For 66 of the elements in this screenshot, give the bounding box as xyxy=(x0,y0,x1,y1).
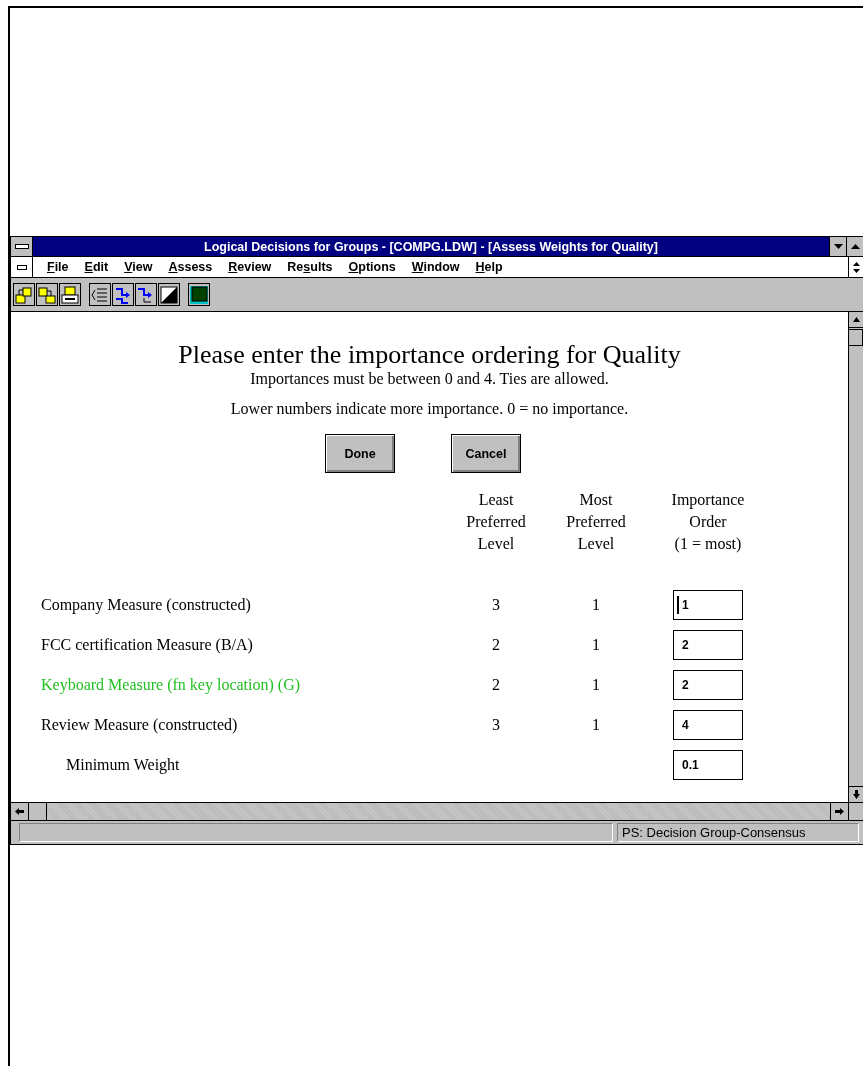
menu-item[interactable]: File xyxy=(47,260,69,274)
table-cell-text: 1 xyxy=(591,596,601,614)
toolbar-button[interactable] xyxy=(36,283,58,306)
menu-item[interactable]: Results xyxy=(287,260,333,274)
restore-button[interactable] xyxy=(848,257,863,277)
menu-item[interactable]: Options xyxy=(348,260,396,274)
up-arrow-icon xyxy=(850,244,860,249)
measure-name: Keyboard Measure (fn key location) (G) xyxy=(41,676,300,694)
up-down-arrow-icon xyxy=(852,261,860,273)
menu-item[interactable]: Review xyxy=(228,260,272,274)
toolbar-button[interactable] xyxy=(112,283,134,306)
input-field[interactable]: 2 xyxy=(673,670,743,700)
document-arrow-icon xyxy=(15,285,33,304)
cancel-button[interactable]: Cancel xyxy=(451,434,521,473)
done-button[interactable]: Done xyxy=(325,434,395,473)
window-icon xyxy=(190,285,208,304)
maximize-button[interactable] xyxy=(846,237,863,256)
measure-name: Minimum Weight xyxy=(66,756,180,774)
toolbar-button[interactable] xyxy=(158,283,180,306)
dialog-heading: Please enter the importance ordering for Quality xyxy=(177,340,682,370)
minimize-button[interactable] xyxy=(829,237,846,256)
toolbar-button[interactable] xyxy=(135,283,157,306)
toolbar-button[interactable] xyxy=(89,283,111,306)
measure-name: Company Measure (constructed) xyxy=(41,596,251,614)
toolbar-button[interactable] xyxy=(188,283,210,306)
column-header: Importance Order (1 = most) xyxy=(670,490,746,555)
table-cell-text: 2 xyxy=(491,636,501,654)
toolbar-button[interactable] xyxy=(13,283,35,306)
table-cell-text: 1 xyxy=(591,716,601,734)
input-field[interactable]: 0.1 xyxy=(673,750,743,780)
menu-item[interactable]: Help xyxy=(475,260,503,274)
system-menu-button[interactable] xyxy=(11,237,33,256)
printer-icon xyxy=(61,285,79,304)
status-text: PS: Decision Group-Consensus xyxy=(617,823,859,842)
input-field[interactable]: 4 xyxy=(673,710,743,740)
table-cell-text: 2 xyxy=(491,676,501,694)
input-field[interactable]: 2 xyxy=(673,630,743,660)
right-arrow-icon xyxy=(835,808,844,815)
contrast-icon xyxy=(160,285,178,304)
list-icon xyxy=(91,285,109,304)
vertical-scrollbar[interactable] xyxy=(848,312,863,802)
menu-item[interactable]: View xyxy=(124,260,153,274)
instruction-text: Importances must be between 0 and 4. Ties are allowed. xyxy=(249,370,610,388)
arrows-icon xyxy=(114,285,132,304)
table-cell-text: 3 xyxy=(491,716,501,734)
scroll-thumb[interactable] xyxy=(849,329,863,346)
input-field[interactable]: 1 xyxy=(673,590,743,620)
menu-item[interactable]: Window xyxy=(411,260,460,274)
toolbar-button[interactable] xyxy=(59,283,81,306)
down-arrow-icon xyxy=(833,244,843,249)
table-cell-text: 1 xyxy=(591,636,601,654)
left-arrow-icon xyxy=(15,808,24,815)
table-cell-text: 1 xyxy=(591,676,601,694)
horizontal-scrollbar[interactable] xyxy=(11,802,863,821)
menu-item[interactable]: Assess xyxy=(168,260,213,274)
document-arrow-icon xyxy=(38,285,56,304)
measure-name: FCC certification Measure (B/A) xyxy=(41,636,253,654)
up-arrow-icon xyxy=(852,317,860,322)
down-arrow-icon xyxy=(852,790,860,799)
menu-item[interactable]: Edit xyxy=(84,260,109,274)
table-cell-text: 3 xyxy=(491,596,501,614)
column-header: Most Preferred Level xyxy=(565,490,627,554)
window-title: Logical Decisions for Groups - [COMPG.LDW] - [Assess Weights for Quality] xyxy=(203,239,659,254)
column-header: Least Preferred Level xyxy=(465,490,527,554)
instruction-text: Lower numbers indicate more importance. 0 = no importance. xyxy=(229,400,630,418)
measure-name: Review Measure (constructed) xyxy=(41,716,238,734)
